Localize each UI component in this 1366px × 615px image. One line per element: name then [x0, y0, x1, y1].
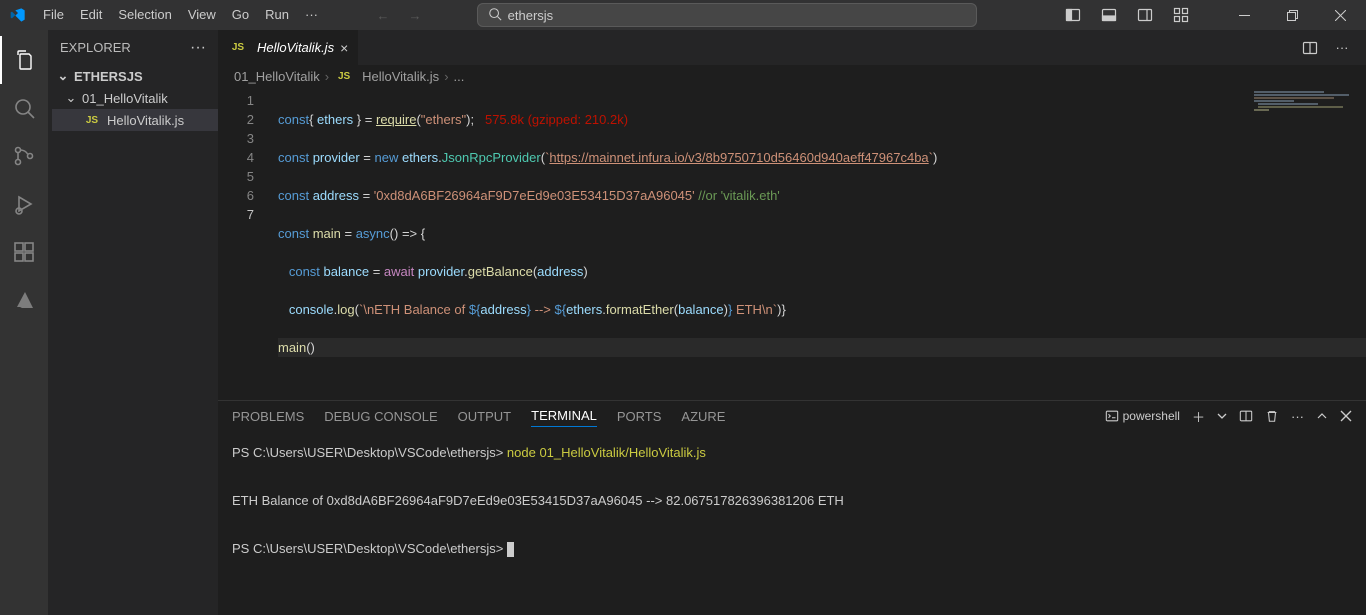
search-text: ethersjs	[508, 8, 554, 23]
file-name: HelloVitalik.js	[107, 113, 184, 128]
sidebar-more-icon[interactable]: ···	[190, 39, 206, 57]
activity-search[interactable]	[0, 84, 48, 132]
term-output: ETH Balance of 0xd8dA6BF26964aF9D7eEd9e0…	[232, 493, 844, 508]
js-file-icon: JS	[230, 42, 246, 53]
chevron-down-icon: ⌄	[56, 68, 70, 84]
chevron-right-icon: ›	[444, 69, 448, 84]
sidebar-header: EXPLORER ···	[48, 30, 218, 65]
editor-tab[interactable]: JS HelloVitalik.js ×	[218, 30, 359, 65]
activity-explorer[interactable]	[0, 36, 48, 84]
term-prompt: PS C:\Users\USER\Desktop\VSCode\ethersjs…	[232, 541, 507, 556]
folder-name: 01_HelloVitalik	[82, 91, 168, 106]
file-tree: ⌄ ETHERSJS ⌄ 01_HelloVitalik JS HelloVit…	[48, 65, 218, 131]
term-command: node 01_HelloVitalik/HelloVitalik.js	[507, 445, 706, 460]
chevron-down-icon: ⌄	[64, 90, 78, 106]
shell-name: powershell	[1123, 409, 1180, 423]
titlebar-right	[1056, 0, 1366, 30]
vscode-icon	[0, 7, 35, 23]
sidebar-title: EXPLORER	[60, 40, 131, 55]
nav-forward[interactable]: →	[403, 3, 427, 27]
activity-extensions[interactable]	[0, 228, 48, 276]
panel-tab-problems[interactable]: PROBLEMS	[232, 406, 304, 427]
tab-close-icon[interactable]: ×	[340, 40, 348, 56]
activity-run-debug[interactable]	[0, 180, 48, 228]
breadcrumb-file[interactable]: HelloVitalik.js	[362, 69, 439, 84]
panel-tabs: PROBLEMS DEBUG CONSOLE OUTPUT TERMINAL P…	[218, 401, 1366, 431]
panel-actions: powershell ＋ ···	[1105, 407, 1352, 426]
menu-selection[interactable]: Selection	[110, 0, 179, 30]
panel-tab-terminal[interactable]: TERMINAL	[531, 405, 597, 427]
maximize-panel-icon[interactable]	[1316, 410, 1328, 422]
layout-sidebar-left-icon[interactable]	[1056, 0, 1090, 30]
breadcrumb[interactable]: 01_HelloVitalik › JS HelloVitalik.js › .…	[218, 65, 1366, 87]
activity-source-control[interactable]	[0, 132, 48, 180]
window-maximize[interactable]	[1270, 0, 1316, 30]
menu-file[interactable]: File	[35, 0, 72, 30]
panel-tab-ports[interactable]: PORTS	[617, 406, 662, 427]
tree-file[interactable]: JS HelloVitalik.js	[52, 109, 218, 131]
menu-go[interactable]: Go	[224, 0, 257, 30]
panel: PROBLEMS DEBUG CONSOLE OUTPUT TERMINAL P…	[218, 400, 1366, 615]
terminal-content[interactable]: PS C:\Users\USER\Desktop\VSCode\ethersjs…	[218, 431, 1366, 615]
panel-tab-output[interactable]: OUTPUT	[458, 406, 511, 427]
split-editor-icon[interactable]	[1296, 34, 1324, 62]
breadcrumb-folder[interactable]: 01_HelloVitalik	[234, 69, 320, 84]
terminal-dropdown-icon[interactable]	[1217, 411, 1227, 421]
sidebar: EXPLORER ··· ⌄ ETHERSJS ⌄ 01_HelloVitali…	[48, 30, 218, 615]
editor: JS HelloVitalik.js × ··· 01_HelloVitalik…	[218, 30, 1366, 615]
term-prompt: PS C:\Users\USER\Desktop\VSCode\ethersjs…	[232, 445, 507, 460]
window-close[interactable]	[1318, 0, 1364, 30]
tree-project-root[interactable]: ⌄ ETHERSJS	[52, 65, 218, 87]
menu-view[interactable]: View	[180, 0, 224, 30]
menu-more[interactable]: ···	[297, 0, 326, 30]
window-minimize[interactable]	[1222, 0, 1268, 30]
terminal-cursor	[507, 542, 514, 557]
editor-tabs: JS HelloVitalik.js × ···	[218, 30, 1366, 65]
code-area[interactable]: 1234567 const{ ethers } = require("ether…	[218, 87, 1366, 400]
new-terminal-icon[interactable]: ＋	[1192, 407, 1205, 426]
layout-sidebar-right-icon[interactable]	[1128, 0, 1162, 30]
nav-back[interactable]: ←	[371, 3, 395, 27]
layout-panel-icon[interactable]	[1092, 0, 1126, 30]
menu-edit[interactable]: Edit	[72, 0, 110, 30]
breadcrumb-more[interactable]: ...	[454, 69, 465, 84]
tree-folder[interactable]: ⌄ 01_HelloVitalik	[52, 87, 218, 109]
project-name: ETHERSJS	[74, 69, 143, 84]
main-area: EXPLORER ··· ⌄ ETHERSJS ⌄ 01_HelloVitali…	[0, 30, 1366, 615]
editor-more-icon[interactable]: ···	[1328, 34, 1356, 62]
panel-more-icon[interactable]: ···	[1291, 409, 1304, 424]
search-icon	[488, 7, 502, 24]
menu-bar: File Edit Selection View Go Run ···	[35, 0, 326, 30]
kill-terminal-icon[interactable]	[1265, 409, 1279, 423]
js-file-icon: JS	[336, 71, 352, 82]
js-file-icon: JS	[84, 115, 100, 126]
tab-filename: HelloVitalik.js	[257, 40, 334, 55]
minimap[interactable]	[1254, 91, 1354, 121]
close-panel-icon[interactable]	[1340, 410, 1352, 422]
panel-tab-debug-console[interactable]: DEBUG CONSOLE	[324, 406, 437, 427]
chevron-right-icon: ›	[325, 69, 329, 84]
split-terminal-icon[interactable]	[1239, 409, 1253, 423]
terminal-shell-select[interactable]: powershell	[1105, 409, 1180, 423]
nav-arrows: ← →	[371, 3, 427, 27]
code-content[interactable]: const{ ethers } = require("ethers"); 575…	[278, 87, 1366, 377]
command-center[interactable]: ethersjs	[477, 3, 977, 27]
titlebar: File Edit Selection View Go Run ··· ← → …	[0, 0, 1366, 30]
layout-customize-icon[interactable]	[1164, 0, 1198, 30]
menu-run[interactable]: Run	[257, 0, 297, 30]
panel-tab-azure[interactable]: AZURE	[681, 406, 725, 427]
activity-azure[interactable]	[0, 276, 48, 324]
line-gutter: 1234567	[218, 87, 268, 224]
editor-tab-actions: ···	[1296, 30, 1366, 65]
terminal-icon	[1105, 409, 1119, 423]
activity-bar	[0, 30, 48, 615]
